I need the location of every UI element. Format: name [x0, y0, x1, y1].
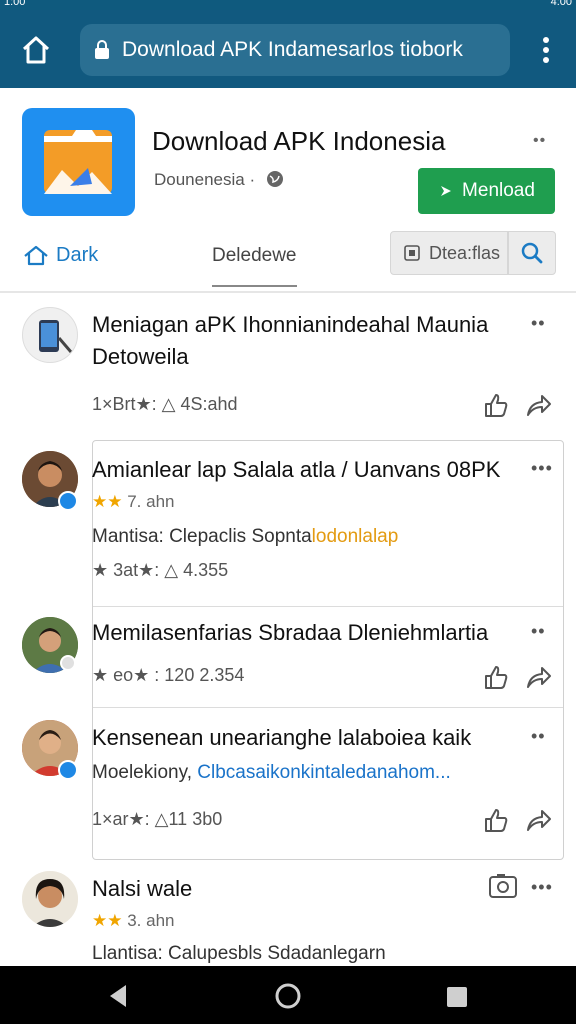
card-title-line: Meniagan aPK Ihonnianindeahal Maunia [92, 312, 489, 337]
verified-icon [58, 491, 78, 511]
more-horiz-icon[interactable]: •• [531, 726, 546, 747]
share-icon[interactable] [524, 806, 552, 834]
home-circle-icon[interactable] [274, 982, 302, 1010]
search-button[interactable] [508, 231, 556, 275]
card-title: Meniagan aPK Ihonnianindeahal Maunia Det… [92, 309, 488, 373]
list-item[interactable]: Memilasenfarias Sbradaa Dleniehmlartia •… [0, 607, 576, 707]
card-title: Amianlear lap Salala atla / Uanvans 08PK [92, 457, 501, 482]
card-stats: ★ 3at★: △ 4.355 [92, 560, 229, 580]
list-item[interactable]: Amianlear lap Salala atla / Uanvans 08PK… [0, 440, 576, 606]
more-horiz-icon[interactable]: •• [533, 132, 546, 150]
status-bar: 1:00 4:00 [0, 0, 576, 10]
app-icon [22, 108, 135, 216]
download-label: Menload [462, 180, 535, 201]
rating-text: 7. ahn [127, 492, 175, 511]
play-arrow-icon [441, 186, 452, 196]
more-horiz-icon[interactable]: •• [531, 621, 546, 642]
tab-details[interactable]: Deledewe [212, 245, 297, 287]
rating-text: 3. ahn [127, 911, 175, 930]
more-vert-icon[interactable] [536, 34, 556, 66]
browser-toolbar: Download APK Indamesarlos tiobork [0, 10, 576, 88]
app-title: Download APK Indonesia [152, 126, 446, 156]
avatar [22, 307, 78, 363]
more-horiz-icon[interactable]: •• [531, 313, 546, 334]
app-subtitle-text: Dounenesia · [154, 170, 256, 189]
desc-highlight[interactable]: lodonlalap [312, 526, 399, 547]
home-outline-icon [24, 245, 48, 266]
share-icon[interactable] [524, 391, 552, 419]
rating: ★★ 7. ahn [92, 492, 174, 512]
verified-icon [58, 760, 78, 780]
desc-text: Moelekiony, [92, 762, 192, 783]
star-icon: ★★ [92, 911, 123, 930]
card-title-line: Detoweila [92, 343, 189, 369]
list-item[interactable]: Meniagan aPK Ihonnianindeahal Maunia Det… [0, 295, 576, 435]
status-time: 1:00 [4, 0, 26, 8]
thumb-up-icon[interactable] [482, 663, 510, 691]
card-stats: 1×ar★: △11 3b0 [92, 809, 223, 829]
filter-label: Dtea:flas [429, 242, 501, 263]
tab-home[interactable]: Dark [22, 243, 98, 267]
status-dot-icon [60, 655, 76, 671]
filter-field[interactable]: Dtea:flas [390, 231, 508, 275]
search-icon [521, 242, 543, 264]
card-title: Memilasenfarias Sbradaa Dleniehmlartia [92, 620, 489, 645]
url-text: Download APK Indamesarlos tiobork [122, 38, 463, 61]
tab-home-label: Dark [56, 243, 99, 266]
lock-icon [94, 40, 110, 60]
desc-link[interactable]: Clbcasaikonkintaledanahom... [197, 762, 451, 783]
app-subtitle: Dounenesia · [154, 170, 284, 190]
card-stats: ★ eo★ : 120 2.354 [92, 665, 245, 685]
card-description: Mantisa: Clepaclis Sopntalodonlalap [92, 526, 398, 548]
card-stats: 1×Brt★: △ 4S:ahd [92, 394, 238, 414]
star-icon: ★★ [92, 492, 123, 511]
thumb-up-icon[interactable] [482, 806, 510, 834]
back-icon[interactable] [106, 983, 130, 1009]
status-right: 4:00 [550, 0, 572, 8]
card-description: Llantisa: Calupesbls Sdadanlegarn [92, 943, 386, 964]
list-item[interactable]: Kensenean unearianghe lalaboiea kaik •• … [0, 708, 576, 860]
share-icon[interactable] [524, 663, 552, 691]
photo-icon[interactable] [488, 873, 518, 899]
rating: ★★ 3. ahn [92, 911, 174, 931]
card-description: Moelekiony, Clbcasaikonkintaledanahom... [92, 762, 451, 784]
more-horiz-icon[interactable]: ••• [531, 877, 553, 898]
thumb-up-icon[interactable] [482, 391, 510, 419]
filter-icon [404, 245, 420, 261]
review-feed: Meniagan aPK Ihonnianindeahal Maunia Det… [0, 295, 576, 965]
desc-text: Mantisa: Clepaclis Sopnta [92, 526, 312, 547]
app-header: Download APK Indonesia Dounenesia · •• M… [0, 88, 576, 293]
globe-icon [266, 170, 284, 188]
recents-icon[interactable] [446, 986, 468, 1008]
card-title: Nalsi wale [92, 876, 193, 901]
home-icon[interactable] [18, 32, 54, 68]
system-nav-bar [0, 966, 576, 1024]
avatar [22, 871, 78, 927]
more-horiz-icon[interactable]: ••• [531, 458, 553, 479]
address-bar[interactable]: Download APK Indamesarlos tiobork [80, 24, 510, 76]
download-button[interactable]: Menload [418, 168, 555, 214]
card-title: Kensenean unearianghe lalaboiea kaik [92, 725, 472, 750]
list-item[interactable]: Nalsi wale ••• ★★ 3. ahn Llantisa: Calup… [0, 861, 576, 965]
